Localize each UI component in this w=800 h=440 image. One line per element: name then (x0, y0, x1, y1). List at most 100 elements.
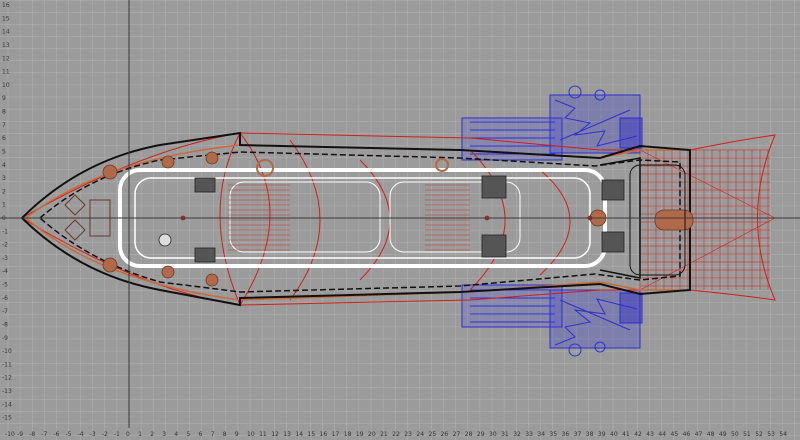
x-tick-label: 54 (779, 431, 787, 438)
x-tick-label: 18 (344, 431, 352, 438)
x-tick-label: 26 (441, 431, 449, 438)
y-tick-label: 10 (2, 82, 10, 89)
y-tick-label: 7 (2, 122, 6, 129)
x-tick-label: 42 (634, 431, 642, 438)
x-tick-label: 19 (356, 431, 364, 438)
y-tick-label: -14 (2, 401, 12, 408)
y-tick-label: -4 (2, 268, 8, 275)
x-tick-label: -3 (90, 431, 96, 438)
x-tick-label: 21 (380, 431, 388, 438)
x-tick-label: 15 (308, 431, 316, 438)
x-tick-label: 40 (610, 431, 618, 438)
y-tick-label: -15 (2, 415, 12, 422)
y-tick-label: -11 (2, 361, 12, 368)
x-tick-label: 34 (537, 431, 545, 438)
x-tick-label: -5 (66, 431, 72, 438)
y-tick-label: 11 (2, 69, 10, 76)
x-tick-label: 24 (416, 431, 424, 438)
y-tick-label: -6 (2, 295, 8, 302)
x-tick-label: 8 (223, 431, 227, 438)
x-tick-label: 28 (465, 431, 473, 438)
x-tick-label: 17 (332, 431, 340, 438)
x-tick-label: 37 (574, 431, 582, 438)
top-orthographic-viewport[interactable]: 161514131211109876543210-1-2-3-4-5-6-7-8… (0, 0, 800, 440)
x-tick-label: 11 (259, 431, 267, 438)
y-tick-label: 6 (2, 135, 6, 142)
x-tick-label: 27 (453, 431, 461, 438)
x-tick-label: 14 (295, 431, 303, 438)
boat-blueprint-canvas[interactable]: 161514131211109876543210-1-2-3-4-5-6-7-8… (0, 0, 800, 440)
y-tick-label: -3 (2, 255, 8, 262)
y-tick-label: 16 (2, 2, 10, 9)
x-tick-label: 5 (187, 431, 191, 438)
x-tick-label: 49 (719, 431, 727, 438)
x-tick-label: 13 (283, 431, 291, 438)
x-tick-label: 1 (138, 431, 142, 438)
y-tick-label: -7 (2, 308, 8, 315)
y-axis-ruler: 161514131211109876543210-1-2-3-4-5-6-7-8… (2, 2, 12, 422)
x-tick-label: -9 (17, 431, 23, 438)
x-tick-label: 3 (162, 431, 166, 438)
x-tick-label: 23 (404, 431, 412, 438)
x-tick-label: 32 (513, 431, 521, 438)
engine-bottom[interactable] (461, 284, 643, 357)
y-tick-label: -8 (2, 321, 8, 328)
x-tick-label: 51 (743, 431, 751, 438)
x-tick-label: 2 (150, 431, 154, 438)
y-tick-label: -13 (2, 388, 12, 395)
x-tick-label: -8 (29, 431, 35, 438)
x-tick-label: 4 (174, 431, 178, 438)
y-tick-label: 13 (2, 42, 10, 49)
x-tick-label: 16 (320, 431, 328, 438)
y-tick-label: 4 (2, 162, 6, 169)
x-tick-label: 35 (550, 431, 558, 438)
x-tick-label: -1 (114, 431, 120, 438)
x-tick-label: 25 (429, 431, 437, 438)
x-tick-label: 43 (646, 431, 654, 438)
y-tick-label: 8 (2, 109, 6, 116)
y-tick-label: 14 (2, 29, 10, 36)
x-tick-label: 45 (671, 431, 679, 438)
x-tick-label: 29 (477, 431, 485, 438)
x-tick-label: 22 (392, 431, 400, 438)
x-axis-ruler: -10 -9 -8 -7 -6 -5 -4 -3 -2 -1 0 1 2 3 4 5 6 7 8 9 10 11 12 13 1… (5, 431, 787, 438)
y-tick-label: -1 (2, 228, 8, 235)
x-tick-label: 52 (755, 431, 763, 438)
x-tick-label: 44 (658, 431, 666, 438)
x-tick-label: 50 (731, 431, 739, 438)
x-tick-label: 36 (562, 431, 570, 438)
x-tick-label: 30 (489, 431, 497, 438)
x-tick-label: 9 (235, 431, 239, 438)
x-tick-label: -7 (41, 431, 47, 438)
x-tick-label: 33 (525, 431, 533, 438)
x-tick-label: 41 (622, 431, 630, 438)
y-tick-label: 5 (2, 148, 6, 155)
x-tick-label: 38 (586, 431, 594, 438)
x-tick-label: 0 (126, 431, 130, 438)
y-tick-label: 2 (2, 188, 6, 195)
x-tick-label: 10 (247, 431, 255, 438)
x-tick-label: 53 (767, 431, 775, 438)
x-tick-label: 48 (707, 431, 715, 438)
y-tick-label: 9 (2, 95, 6, 102)
x-tick-label: 31 (501, 431, 509, 438)
x-tick-label: 6 (199, 431, 203, 438)
x-tick-label: -10 (5, 431, 15, 438)
y-tick-label: 15 (2, 15, 10, 22)
x-tick-label: 47 (695, 431, 703, 438)
y-tick-label: 3 (2, 175, 6, 182)
x-tick-label: -2 (102, 431, 108, 438)
x-tick-label: 46 (683, 431, 691, 438)
y-tick-label: -2 (2, 242, 8, 249)
y-tick-label: -12 (2, 375, 12, 382)
y-tick-label: -9 (2, 335, 8, 342)
x-tick-label: 12 (271, 431, 279, 438)
x-tick-label: -4 (78, 431, 84, 438)
x-tick-label: 7 (211, 431, 215, 438)
y-tick-label: -10 (2, 348, 12, 355)
y-tick-label: -5 (2, 282, 8, 289)
y-tick-label: 1 (2, 202, 6, 209)
x-tick-label: 20 (368, 431, 376, 438)
x-tick-label: -6 (53, 431, 59, 438)
x-tick-label: 39 (598, 431, 606, 438)
